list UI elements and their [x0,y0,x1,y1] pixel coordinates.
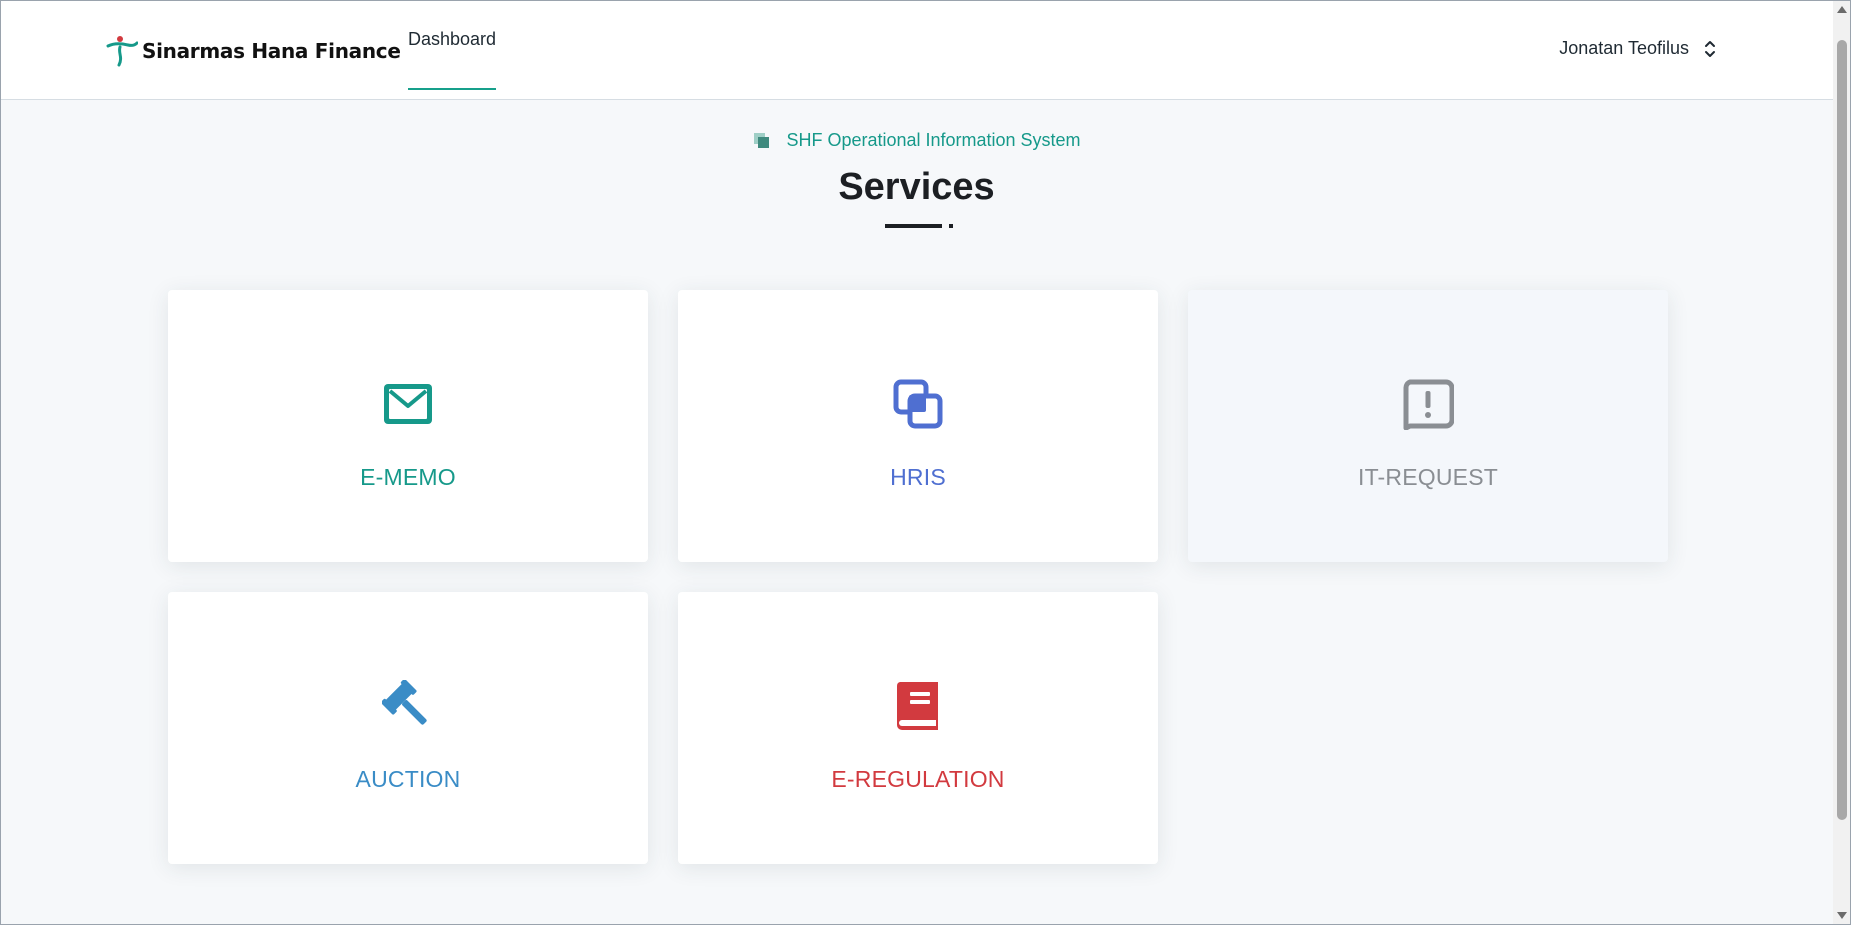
book-icon [896,682,938,730]
service-label-auction: AUCTION [355,766,461,792]
vertical-scrollbar[interactable] [1833,0,1851,925]
user-name: Jonatan Teofilus [1559,38,1689,58]
service-label-itrequest: IT-REQUEST [1357,464,1498,490]
brand-logo[interactable]: Sinarmas Hana Finance [106,34,401,68]
system-eyebrow: SHF Operational Information System [0,130,1833,151]
envelope-icon [384,384,432,424]
chevron-up-down-icon [1705,40,1715,57]
page-title: Services [838,166,995,208]
service-label-hris: HRIS [890,464,946,490]
sinarmas-hana-finance-logo-icon [106,36,138,67]
top-navbar: Sinarmas Hana Finance Dashboard Jonatan … [0,0,1833,100]
user-menu-dropdown[interactable]: Jonatan Teofilus [1559,38,1717,59]
service-card-hris[interactable]: HRIS [678,290,1158,562]
exclamation-bubble-icon [1403,379,1454,430]
service-card-eregulation[interactable]: E-REGULATION [678,592,1158,864]
service-card-itrequest[interactable]: IT-REQUEST [1188,290,1668,562]
service-card-ememo[interactable]: E-MEMO [168,290,648,562]
title-underline [885,224,953,229]
scrollbar-thumb[interactable] [1837,40,1847,820]
gavel-icon [382,680,427,725]
scroll-down-arrow-icon[interactable] [1837,912,1847,919]
overlapping-squares-icon [893,379,943,429]
nav-dashboard-label: Dashboard [408,28,497,49]
brand-name: Sinarmas Hana Finance [142,39,401,63]
service-card-auction[interactable]: AUCTION [168,592,648,864]
scroll-up-arrow-icon[interactable] [1837,6,1847,13]
stack-squares-icon [754,132,770,148]
service-label-eregulation: E-REGULATION [831,766,1005,792]
service-label-ememo: E-MEMO [360,464,456,490]
system-name: SHF Operational Information System [786,130,1081,150]
nav-dashboard-tab[interactable]: Dashboard [408,0,497,90]
